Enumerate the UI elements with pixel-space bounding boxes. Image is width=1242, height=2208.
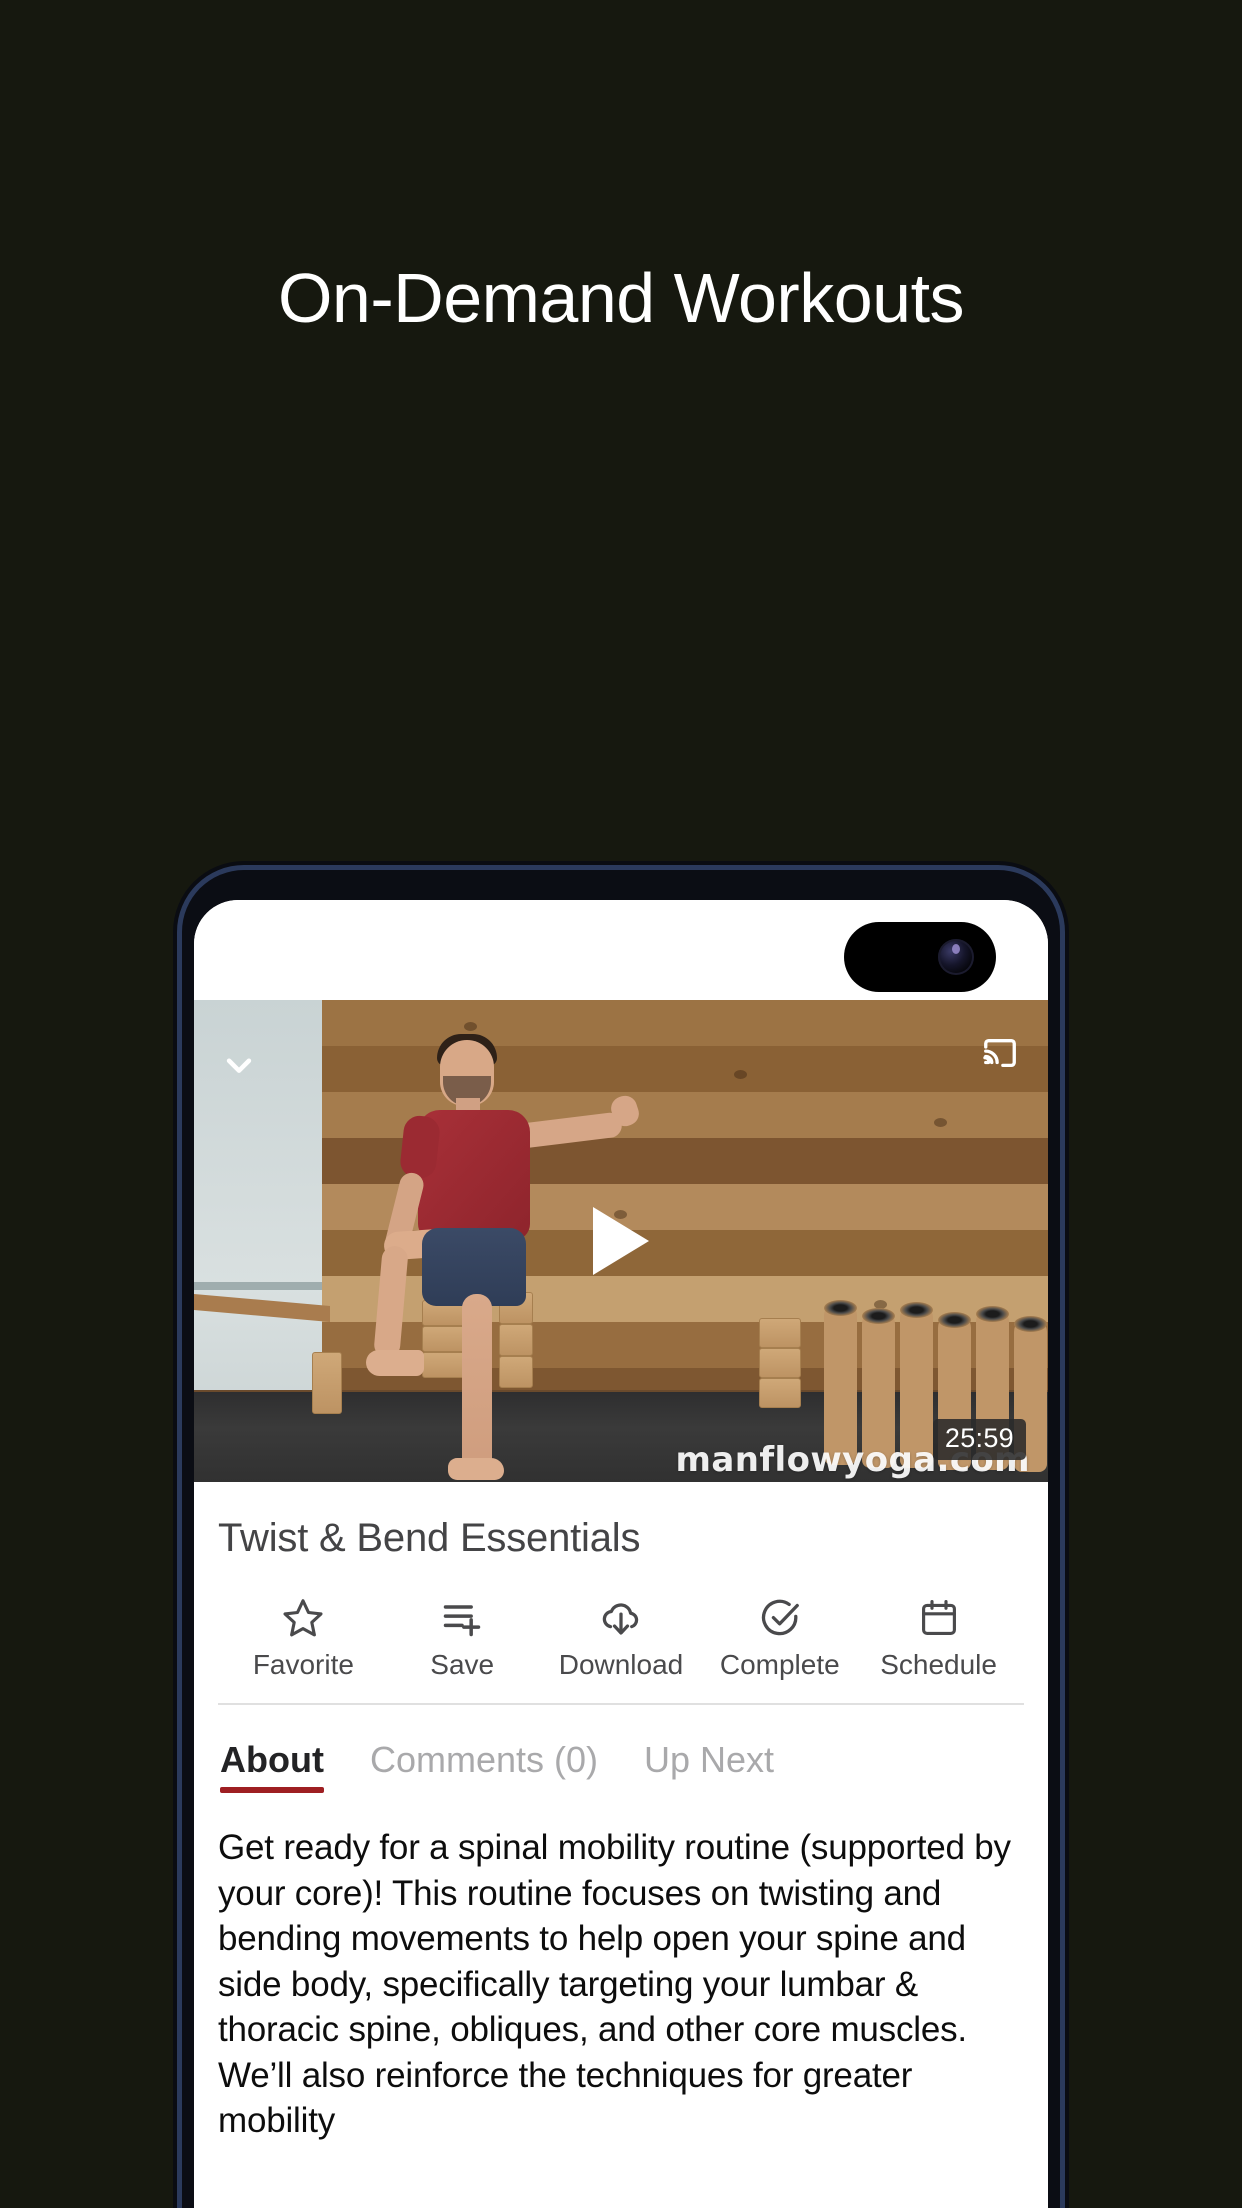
complete-label: Complete [719,1649,840,1680]
complete-button[interactable]: Complete [700,1595,859,1681]
video-title: Twist & Bend Essentials [218,1516,641,1560]
tab-comments[interactable]: Comments (0) [370,1739,598,1793]
phone-mockup: manflowyoga.com 25:59 Twist & Bend Essen… [182,870,1060,2208]
cast-icon[interactable] [978,1034,1022,1072]
cork-block [759,1318,801,1348]
minimize-player-icon[interactable] [222,1048,256,1082]
save-button[interactable]: Save [383,1595,542,1681]
cloud-download-icon [598,1595,644,1641]
cork-block [759,1378,801,1408]
calendar-icon [918,1595,960,1641]
action-bar: Favorite Save Download Complete Schedule [218,1595,1024,1705]
front-camera-cutout [844,922,996,992]
video-player[interactable]: manflowyoga.com 25:59 [194,1000,1048,1482]
tab-up-next[interactable]: Up Next [644,1739,774,1793]
cork-block [312,1352,342,1414]
status-bar [194,900,1048,1000]
save-label: Save [430,1649,495,1680]
check-circle-icon [758,1595,802,1641]
camera-glint [952,944,960,954]
about-description: Get ready for a spinal mobility routine … [218,1828,1011,2140]
wall-trim [194,1282,322,1290]
video-duration-badge: 25:59 [932,1419,1026,1460]
cork-block [759,1348,801,1378]
favorite-button[interactable]: Favorite [224,1595,383,1681]
instructor-figure [344,1032,642,1480]
star-icon [281,1595,325,1641]
favorite-label: Favorite [252,1649,354,1680]
schedule-button[interactable]: Schedule [859,1595,1018,1681]
download-label: Download [558,1649,684,1680]
download-button[interactable]: Download [542,1595,701,1681]
playlist-add-icon [440,1595,484,1641]
tab-about[interactable]: About [220,1739,324,1793]
phone-screen: manflowyoga.com 25:59 Twist & Bend Essen… [194,900,1048,2208]
video-details: Twist & Bend Essentials Favorite Save Do… [194,1516,1048,2144]
schedule-label: Schedule [880,1649,997,1680]
page-title: On-Demand Workouts [277,259,965,337]
play-button[interactable] [593,1207,649,1275]
tab-bar: About Comments (0) Up Next [218,1739,1024,1793]
